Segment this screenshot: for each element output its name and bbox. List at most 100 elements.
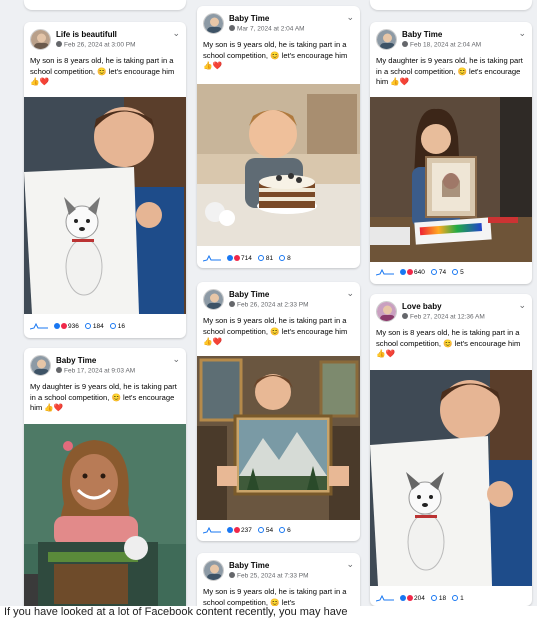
post-image[interactable] [24, 424, 186, 619]
avatar[interactable] [30, 29, 51, 50]
post-date[interactable]: Feb 27, 2024 at 12:36 AM [402, 313, 485, 321]
reactions-value: 237 [241, 526, 252, 534]
post-date[interactable]: Feb 25, 2024 at 7:33 PM [229, 572, 309, 580]
comments-value: 74 [438, 268, 447, 276]
comment-icon [430, 269, 437, 275]
chevron-down-icon[interactable]: ⌄ [172, 28, 180, 39]
shares-count[interactable]: 16 [109, 323, 125, 330]
post-text: My son is 9 years old, he is taking part… [203, 316, 348, 346]
share-icon [452, 269, 459, 275]
chart-icon [203, 254, 221, 262]
post-image[interactable] [197, 356, 360, 520]
post-date[interactable]: Feb 26, 2024 at 3:00 PM [56, 41, 136, 49]
shares-value: 6 [287, 526, 291, 534]
author-name[interactable]: Baby Time [402, 30, 442, 39]
author-name[interactable]: Baby Time [56, 356, 96, 365]
reactions-value: 204 [414, 594, 425, 602]
globe-icon [229, 25, 235, 31]
love-icon [234, 255, 240, 261]
post-header: Baby Time Feb 18, 2024 at 2:04 AM ⌄ [370, 22, 532, 56]
avatar[interactable] [376, 301, 397, 322]
comments-value: 184 [92, 322, 104, 330]
comments-count[interactable]: 54 [257, 527, 273, 534]
comments-count[interactable]: 18 [430, 594, 447, 602]
post-image[interactable] [24, 97, 186, 314]
post-card[interactable]: Baby Time Feb 18, 2024 at 2:04 AM ⌄ My d… [370, 22, 532, 284]
comments-count[interactable]: 184 [84, 322, 104, 330]
share-icon [109, 323, 116, 329]
comments-count[interactable]: 81 [257, 254, 274, 262]
post-card[interactable]: Baby Time Feb 25, 2024 at 7:33 PM ⌄ My s… [197, 553, 360, 613]
shares-count[interactable]: 6 [279, 527, 291, 534]
post-card[interactable]: Baby Time Mar 7, 2024 at 2:04 AM ⌄ My so… [197, 6, 360, 268]
avatar[interactable] [203, 289, 224, 310]
avatar[interactable] [203, 560, 224, 581]
post-date-text: Mar 7, 2024 at 2:04 AM [237, 25, 305, 33]
shares-value: 1 [460, 594, 464, 602]
chevron-down-icon[interactable]: ⌄ [172, 354, 180, 365]
engagement-bar: 237 54 6 [197, 520, 360, 540]
reactions-count[interactable]: 714 [227, 255, 252, 262]
comments-value: 18 [438, 594, 447, 602]
chevron-down-icon[interactable]: ⌄ [518, 28, 526, 39]
chevron-down-icon[interactable]: ⌄ [346, 288, 354, 299]
author-name[interactable]: Baby Time [229, 561, 269, 570]
avatar[interactable] [30, 355, 51, 376]
avatar[interactable] [376, 29, 397, 50]
chart-icon [30, 322, 48, 330]
comment-icon [257, 527, 264, 533]
post-card[interactable]: Love baby Feb 27, 2024 at 12:36 AM ⌄ My … [370, 294, 532, 606]
card-top-edge [370, 0, 532, 10]
reactions-count[interactable]: 936 [54, 323, 79, 330]
like-icon [400, 269, 406, 275]
post-date-text: Feb 25, 2024 at 7:33 PM [237, 572, 309, 580]
avatar[interactable] [203, 13, 224, 34]
reactions-value: 714 [241, 254, 252, 262]
shares-count[interactable]: 8 [279, 255, 291, 262]
comments-count[interactable]: 74 [430, 268, 447, 276]
post-date[interactable]: Feb 17, 2024 at 9:03 AM [56, 367, 135, 375]
post-date[interactable]: Mar 7, 2024 at 2:04 AM [229, 25, 305, 33]
post-header: Baby Time Feb 26, 2024 at 2:33 PM ⌄ [197, 282, 360, 316]
comment-icon [257, 255, 264, 261]
post-header: Baby Time Mar 7, 2024 at 2:04 AM ⌄ [197, 6, 360, 40]
chart-icon [203, 526, 221, 534]
globe-icon [56, 367, 62, 373]
post-date-text: Feb 26, 2024 at 3:00 PM [64, 41, 136, 49]
post-date-text: Feb 27, 2024 at 12:36 AM [410, 313, 485, 321]
post-date[interactable]: Feb 18, 2024 at 2:04 AM [402, 41, 481, 49]
post-header: Love baby Feb 27, 2024 at 12:36 AM ⌄ [370, 294, 532, 328]
engagement-bar: 204 18 1 [370, 588, 532, 606]
comments-value: 81 [265, 254, 274, 262]
post-header: Baby Time Feb 25, 2024 at 7:33 PM ⌄ [197, 553, 360, 587]
feed-page: Life is beautifull Feb 26, 2024 at 3:00 … [0, 0, 537, 619]
author-name[interactable]: Baby Time [229, 14, 269, 23]
post-image[interactable] [197, 84, 360, 246]
post-text: My son is 9 years old, he is taking part… [203, 40, 348, 70]
post-card[interactable]: Baby Time Feb 17, 2024 at 9:03 AM ⌄ My d… [24, 348, 186, 619]
post-date[interactable]: Feb 26, 2024 at 2:33 PM [229, 301, 309, 309]
post-image[interactable] [370, 370, 532, 586]
author-name[interactable]: Baby Time [229, 290, 269, 299]
engagement-bar: 640 74 5 [370, 262, 532, 282]
post-card[interactable]: Baby Time Feb 26, 2024 at 2:33 PM ⌄ My s… [197, 282, 360, 541]
chevron-down-icon[interactable]: ⌄ [346, 12, 354, 23]
reactions-count[interactable]: 204 [400, 595, 425, 602]
globe-icon [56, 41, 62, 47]
author-name[interactable]: Life is beautifull [56, 30, 117, 39]
post-card[interactable]: Life is beautifull Feb 26, 2024 at 3:00 … [24, 22, 186, 338]
card-top-edge [24, 0, 186, 10]
chevron-down-icon[interactable]: ⌄ [346, 559, 354, 570]
shares-count[interactable]: 1 [452, 595, 464, 602]
reactions-count[interactable]: 237 [227, 527, 252, 534]
post-text: My daughter is 9 years old, he is taking… [376, 56, 523, 86]
shares-count[interactable]: 5 [452, 269, 464, 276]
globe-icon [229, 572, 235, 578]
chevron-down-icon[interactable]: ⌄ [518, 300, 526, 311]
engagement-bar: 714 81 8 [197, 248, 360, 268]
post-image[interactable] [370, 97, 532, 262]
author-name[interactable]: Love baby [402, 302, 442, 311]
post-date-text: Feb 17, 2024 at 9:03 AM [64, 367, 136, 375]
reactions-count[interactable]: 640 [400, 269, 425, 276]
shares-value: 8 [287, 254, 291, 262]
